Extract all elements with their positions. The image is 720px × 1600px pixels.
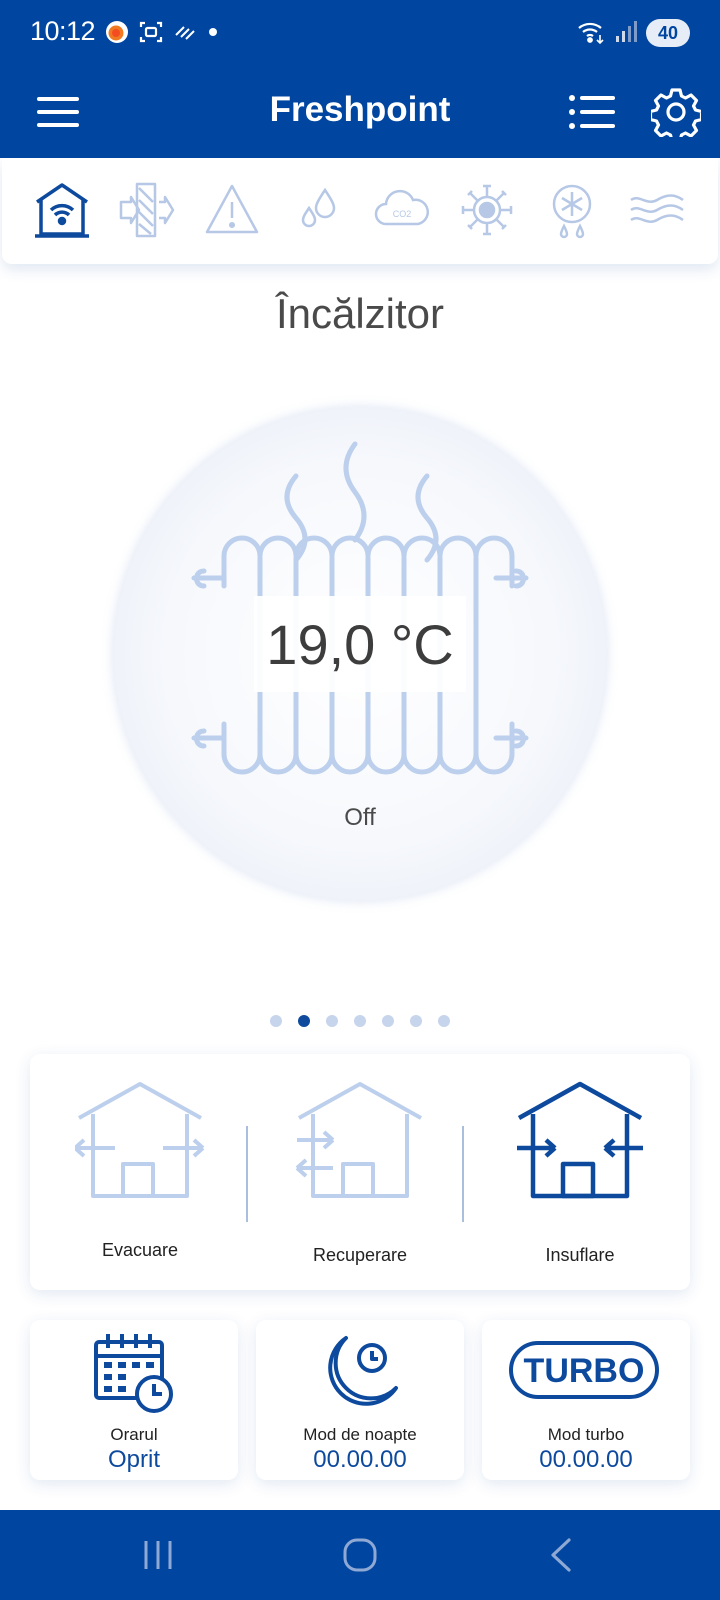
- tab-virus[interactable]: [451, 172, 523, 248]
- tab-filter[interactable]: [111, 172, 183, 248]
- house-recovery-icon: [295, 1082, 422, 1198]
- co2-cloud-icon: CO2: [374, 189, 430, 226]
- back-button[interactable]: [522, 1528, 602, 1582]
- tile-value: 00.00.00: [539, 1446, 633, 1473]
- ventilation-mode-card: Evacuare Recuperare Insuflare: [30, 1054, 690, 1290]
- status-icons-left: [104, 18, 220, 50]
- temperature-value: 19,0 °C: [254, 596, 466, 692]
- tile-value: Oprit: [107, 1446, 160, 1473]
- dot-icon: [206, 19, 220, 50]
- mode-insuflare[interactable]: Insuflare: [470, 1054, 690, 1290]
- frost-drop-icon: [552, 184, 592, 239]
- list-icon: [569, 95, 615, 129]
- filter-icon: [119, 182, 175, 238]
- home-icon: [343, 1538, 377, 1572]
- app-bar: Freshpoint: [0, 66, 720, 158]
- signal-icon: [614, 18, 638, 49]
- page-title: Încălzitor: [275, 290, 445, 337]
- virus-icon: [461, 184, 513, 236]
- back-icon: [551, 1538, 571, 1572]
- mode-recuperare[interactable]: Recuperare: [250, 1054, 470, 1290]
- tile-value: 00.00.00: [313, 1446, 407, 1473]
- status-time: 10:12: [30, 16, 96, 46]
- page-dot[interactable]: [410, 1015, 422, 1027]
- data-sync-icon: [172, 19, 198, 50]
- house-exhaust-icon: [75, 1082, 205, 1198]
- category-tabs: CO2: [2, 158, 718, 264]
- house-supply-icon: [517, 1081, 643, 1199]
- list-button[interactable]: [560, 80, 624, 144]
- wifi-icon: [576, 17, 606, 50]
- tab-co2[interactable]: CO2: [366, 172, 438, 248]
- air-waves-icon: [630, 194, 684, 223]
- tab-frost[interactable]: [536, 172, 608, 248]
- status-icons-right: 40: [576, 17, 690, 49]
- mode-label: Insuflare: [545, 1245, 615, 1265]
- calendar-clock-icon: [94, 1334, 173, 1413]
- settings-icon: [651, 88, 701, 137]
- recent-apps-button[interactable]: [118, 1528, 198, 1582]
- tab-home[interactable]: [26, 172, 98, 248]
- page-dot[interactable]: [354, 1015, 366, 1027]
- status-bar: 10:12 40: [0, 0, 720, 66]
- page-indicator: [0, 1015, 720, 1027]
- home-wifi-icon: [35, 183, 89, 238]
- mode-label: Evacuare: [101, 1240, 179, 1260]
- navigation-bar: [0, 1510, 720, 1600]
- page-dot[interactable]: [438, 1015, 450, 1027]
- humidity-icon: [301, 187, 336, 228]
- app-notification-icon: [104, 19, 130, 50]
- tile-label: Orarul: [110, 1425, 158, 1444]
- heater-gauge[interactable]: 19,0 °C Off: [112, 406, 608, 902]
- page-dot[interactable]: [326, 1015, 338, 1027]
- turbo-icon: TURBO: [509, 1341, 659, 1399]
- divider: [462, 1126, 464, 1222]
- screenshot-icon: [138, 19, 164, 50]
- tab-alerts[interactable]: [196, 172, 268, 248]
- warning-icon: [205, 184, 259, 234]
- turbo-mode-tile[interactable]: TURBO Mod turbo 00.00.00: [482, 1320, 690, 1480]
- tile-label: Mod turbo: [547, 1425, 625, 1444]
- svg-text:TURBO: TURBO: [524, 1352, 645, 1390]
- tab-airflow[interactable]: [621, 172, 693, 248]
- divider: [246, 1126, 248, 1222]
- settings-button[interactable]: [644, 80, 708, 144]
- home-button[interactable]: [320, 1528, 400, 1582]
- mode-evacuare[interactable]: Evacuare: [30, 1054, 250, 1290]
- svg-text:CO2: CO2: [393, 209, 412, 219]
- page-dot[interactable]: [382, 1015, 394, 1027]
- night-mode-tile[interactable]: Mod de noapte 00.00.00: [256, 1320, 464, 1480]
- page-dot[interactable]: [270, 1015, 282, 1027]
- page-dot-active[interactable]: [298, 1015, 310, 1027]
- tile-label: Mod de noapte: [303, 1425, 417, 1444]
- recent-apps-icon: [144, 1541, 172, 1569]
- tab-humidity[interactable]: [281, 172, 353, 248]
- schedule-tile[interactable]: Orarul Oprit: [30, 1320, 238, 1480]
- heater-status: Off: [344, 804, 376, 831]
- battery-indicator: 40: [646, 19, 690, 47]
- moon-clock-icon: [328, 1336, 398, 1406]
- mode-label: Recuperare: [312, 1245, 408, 1265]
